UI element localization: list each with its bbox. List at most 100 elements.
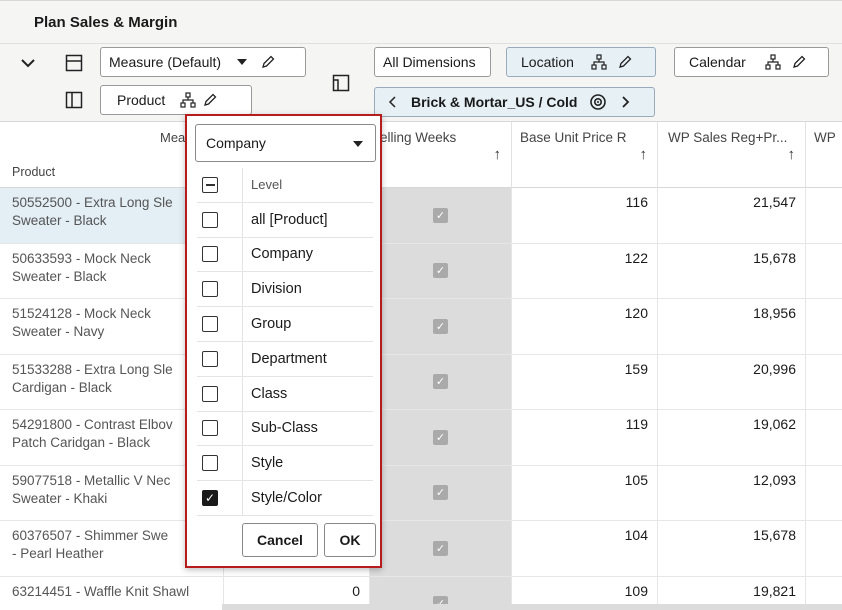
chevron-left-icon[interactable] [381, 91, 403, 113]
level-label: Class [251, 385, 288, 402]
toolbar: Measure (Default) Product All Dimensions… [0, 44, 842, 122]
data-grid: Mea Product elling Weeks ↑ Base Unit Pri… [0, 122, 842, 610]
table-layout-icon[interactable] [63, 52, 85, 74]
level-list-item[interactable]: Company [197, 237, 373, 273]
level-label: Style/Color [251, 490, 322, 507]
level-label: Style [251, 455, 284, 472]
base-unit-price-cell[interactable]: 120 [512, 299, 658, 354]
table-row[interactable]: 50633593 - Mock Neck Sweater - Black ✓ 122 1… [0, 243, 842, 299]
edit-pencil-icon[interactable] [257, 51, 279, 73]
column-header-wp-sales[interactable]: WP Sales Reg+Pr... ↑ [658, 122, 806, 188]
all-dimensions-button[interactable]: All Dimensions [374, 47, 491, 77]
level-list-item[interactable]: Group [197, 307, 373, 342]
level-label: Division [251, 281, 302, 298]
base-unit-price-cell[interactable]: 159 [512, 354, 658, 409]
select-all-checkbox[interactable] [202, 176, 218, 193]
wp-sales-cell[interactable]: 12,093 [658, 465, 806, 520]
wp-sales-cell[interactable]: 19,062 [658, 410, 806, 465]
level-checkbox[interactable] [202, 385, 218, 402]
base-unit-price-cell[interactable]: 119 [512, 410, 658, 465]
wp-sales-cell[interactable]: 21,547 [658, 188, 806, 243]
location-breadcrumb: Brick & Mortar_US / Cold [374, 87, 655, 117]
level-list-item[interactable]: Department [197, 341, 373, 377]
checked-checkbox-icon: ✓ [433, 540, 448, 556]
table-row[interactable]: 51533288 - Extra Long Sle Cardigan - Blac… [0, 354, 842, 410]
base-unit-price-cell[interactable]: 116 [512, 188, 658, 243]
base-unit-price-cell[interactable]: 122 [512, 243, 658, 298]
level-list-item[interactable]: all [Product] [197, 202, 373, 238]
target-icon[interactable] [587, 91, 609, 113]
level-label: all [Product] [251, 211, 328, 228]
level-checkbox[interactable] [202, 455, 218, 472]
level-list-item[interactable]: Style [197, 446, 373, 482]
product-cell[interactable]: 63214451 - Waffle Knit Shawl [0, 576, 224, 610]
checked-checkbox-icon: ✓ [433, 374, 448, 390]
chevron-down-icon[interactable] [17, 52, 39, 74]
level-dropdown-value: Company [206, 135, 266, 151]
cancel-button[interactable]: Cancel [242, 523, 318, 557]
chevron-right-icon[interactable] [615, 91, 637, 113]
table-row[interactable]: 59077518 - Metallic V Nec Sweater - Khaki… [0, 465, 842, 521]
checked-checkbox-icon: ✓ [433, 485, 448, 501]
wp-sales-cell[interactable]: 18,956 [658, 299, 806, 354]
horizontal-scrollbar[interactable] [222, 604, 842, 610]
breadcrumb-label: Brick & Mortar_US / Cold [411, 94, 578, 110]
level-checkbox[interactable] [202, 246, 218, 263]
wp-sales-cell[interactable]: 15,678 [658, 243, 806, 298]
measure-label: Measure (Default) [109, 54, 222, 70]
level-checkbox[interactable] [202, 211, 218, 228]
hierarchy-icon [762, 51, 784, 73]
wp-sales-cell[interactable]: 15,678 [658, 521, 806, 576]
ok-button[interactable]: OK [324, 523, 376, 557]
column-header-base-unit-price[interactable]: Base Unit Price R ↑ [512, 122, 658, 188]
level-checkbox[interactable]: ✓ [202, 490, 218, 507]
hierarchy-icon [588, 51, 610, 73]
measure-dropdown[interactable]: Measure (Default) [100, 47, 306, 77]
edit-pencil-icon[interactable] [614, 51, 636, 73]
table-row[interactable]: 54291800 - Contrast Elbov Patch Caridgan … [0, 410, 842, 466]
measure-header-label: Mea [160, 130, 186, 145]
calendar-dimension-pill[interactable]: Calendar [674, 47, 829, 77]
wp-sales-header-label: WP Sales Reg+Pr... [668, 130, 788, 145]
checked-checkbox-icon: ✓ [433, 263, 448, 279]
wp-header-label: WP [814, 130, 836, 145]
page-title: Plan Sales & Margin [34, 14, 178, 31]
selling-weeks-cell: ✓ [370, 243, 512, 298]
level-label: Department [251, 350, 327, 367]
selling-weeks-cell: ✓ [370, 299, 512, 354]
level-checkbox[interactable] [202, 281, 218, 298]
selling-weeks-cell: ✓ [370, 354, 512, 409]
level-list-item[interactable]: Class [197, 376, 373, 412]
checked-checkbox-icon: ✓ [433, 207, 448, 223]
selling-weeks-cell: ✓ [370, 410, 512, 465]
edit-pencil-icon[interactable] [199, 89, 221, 111]
table-row[interactable]: 60376507 - Shimmer Swe - Pearl Heather ✓ 10… [0, 521, 842, 577]
base-unit-price-cell[interactable]: 105 [512, 465, 658, 520]
level-selector-popup: Company Level all [Product] Company Divisi… [185, 114, 382, 568]
wp-sales-cell[interactable]: 20,996 [658, 354, 806, 409]
base-unit-price-cell[interactable]: 104 [512, 521, 658, 576]
product-dimension-pill[interactable]: Product [100, 85, 252, 115]
location-dimension-pill[interactable]: Location [506, 47, 656, 77]
selling-weeks-cell: ✓ [370, 188, 512, 243]
table-row[interactable]: 51524128 - Mock Neck Sweater - Navy ✓ 120 18… [0, 299, 842, 355]
table-row[interactable]: 50552500 - Extra Long Sle Sweater - Black… [0, 188, 842, 244]
selling-weeks-cell: ✓ [370, 521, 512, 576]
base-unit-price-header-label: Base Unit Price R [520, 130, 627, 145]
level-checkbox[interactable] [202, 316, 218, 333]
calendar-label: Calendar [689, 54, 746, 70]
column-layout-icon[interactable] [63, 89, 85, 111]
product-header-label: Product [12, 165, 56, 179]
level-header-label: Level [251, 177, 283, 193]
level-checkbox[interactable] [202, 420, 218, 437]
level-list-item[interactable]: Division [197, 272, 373, 308]
pivot-icon[interactable] [330, 72, 352, 94]
level-list-item[interactable]: Sub-Class [197, 411, 373, 447]
level-list-item[interactable]: ✓ Style/Color [197, 481, 373, 516]
level-label: Sub-Class [251, 420, 318, 437]
column-header-selling-weeks[interactable]: elling Weeks ↑ [370, 122, 512, 188]
level-dropdown[interactable]: Company [195, 124, 376, 162]
edit-pencil-icon[interactable] [788, 51, 810, 73]
column-header-wp[interactable]: WP [806, 122, 842, 188]
level-checkbox[interactable] [202, 350, 218, 367]
